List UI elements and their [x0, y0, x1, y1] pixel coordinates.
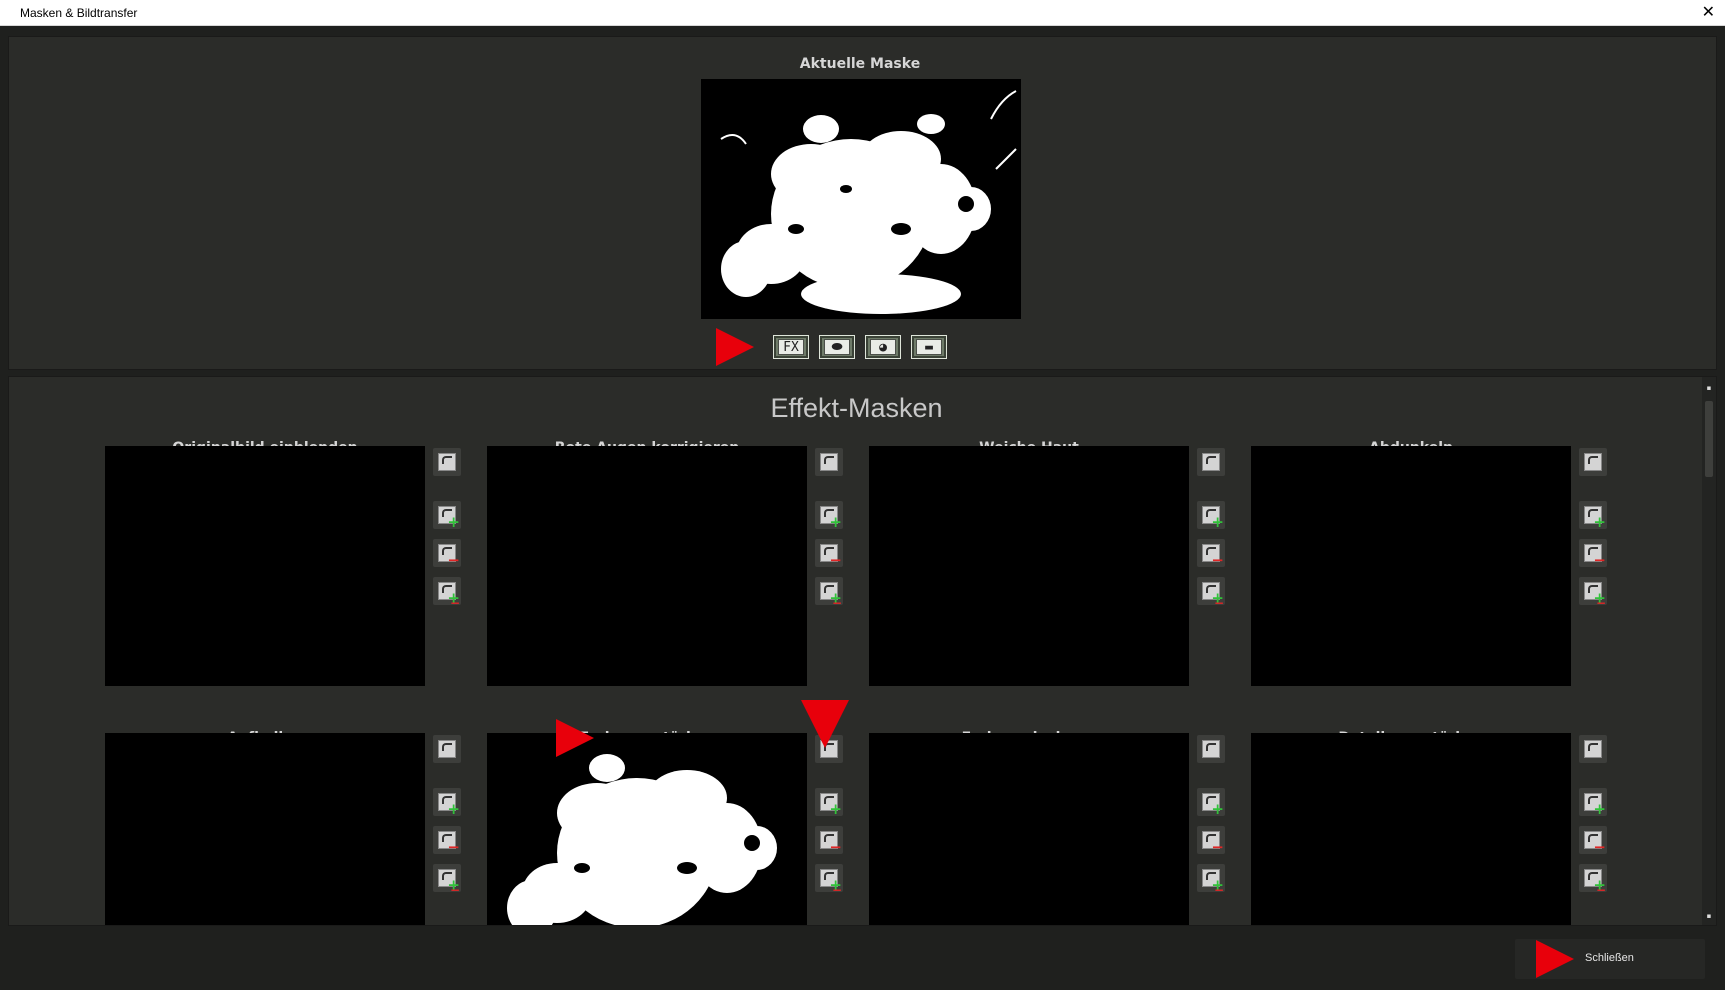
effect-mask-preview[interactable] [105, 733, 425, 925]
effect-masks-heading: Effekt-Masken [770, 393, 943, 423]
intersect-mask-icon[interactable]: + − [1579, 864, 1607, 897]
effect-mask-preview[interactable] [1251, 733, 1571, 925]
subtract-mask-icon[interactable]: − [1197, 826, 1225, 855]
apply-mask-icon[interactable] [433, 448, 461, 476]
add-mask-icon[interactable]: + [1579, 501, 1607, 530]
add-mask-icon[interactable]: + [433, 501, 461, 530]
subtract-mask-icon[interactable]: − [1579, 826, 1607, 855]
apply-mask-icon[interactable] [1197, 735, 1225, 763]
intersect-mask-icon[interactable]: + − [815, 577, 843, 610]
scroll-up-icon[interactable]: ▪ [1706, 385, 1712, 392]
close-button-label: Schließen [1585, 952, 1634, 964]
intersect-mask-icon[interactable]: + − [433, 864, 461, 897]
play-arrow-icon [556, 719, 594, 757]
mask-shape [720, 90, 1017, 314]
close-button[interactable]: Schließen [1515, 939, 1705, 979]
intersect-mask-icon[interactable]: + − [433, 577, 461, 610]
title-bar: Masken & Bildtransfer ✕ [0, 0, 1725, 26]
subtract-mask-icon[interactable]: − [1579, 539, 1607, 568]
current-mask-preview [701, 79, 1021, 319]
apply-mask-icon[interactable] [815, 448, 843, 476]
intersect-mask-icon[interactable]: + − [815, 864, 843, 897]
effect-mask-preview[interactable] [487, 446, 807, 686]
current-mask-label: Aktuelle Maske [799, 56, 921, 72]
down-arrow-icon [801, 700, 849, 748]
effect-mask-preview[interactable] [1251, 446, 1571, 686]
subtract-mask-icon[interactable]: − [433, 826, 461, 855]
fx-icon: FX [778, 339, 804, 355]
oval-icon: ⬬ [824, 339, 850, 355]
effect-mask-preview[interactable] [869, 446, 1189, 686]
mask-shape [507, 754, 777, 925]
effect-mask-preview[interactable] [105, 446, 425, 686]
palette-icon: ◕ [870, 339, 896, 355]
subtract-mask-icon[interactable]: − [815, 826, 843, 855]
play-arrow-icon [1536, 940, 1574, 978]
gradient-icon: ▬ [916, 339, 942, 355]
close-icon[interactable]: ✕ [1702, 2, 1715, 21]
scrollbar-thumb[interactable] [1705, 401, 1713, 477]
add-mask-icon[interactable]: + [1197, 788, 1225, 817]
effect-mask-preview[interactable] [869, 733, 1189, 925]
subtract-mask-icon[interactable]: − [815, 539, 843, 568]
effect-masks-panel: Effekt-Masken Originalbild einblenden+−+… [8, 376, 1717, 926]
add-mask-icon[interactable]: + [1579, 788, 1607, 817]
fx-mask-button[interactable]: FX [773, 335, 809, 359]
intersect-mask-icon[interactable]: + − [1197, 577, 1225, 610]
add-mask-icon[interactable]: + [815, 501, 843, 530]
color-mask-button[interactable]: ◕ [865, 335, 901, 359]
apply-mask-icon[interactable] [433, 735, 461, 763]
oval-mask-button[interactable]: ⬬ [819, 335, 855, 359]
apply-mask-icon[interactable] [1579, 735, 1607, 763]
gradient-mask-button[interactable]: ▬ [911, 335, 947, 359]
intersect-mask-icon[interactable]: + − [1579, 577, 1607, 610]
play-arrow-icon [716, 328, 754, 366]
apply-mask-icon[interactable] [1579, 448, 1607, 476]
subtract-mask-icon[interactable]: − [433, 539, 461, 568]
add-mask-icon[interactable]: + [815, 788, 843, 817]
subtract-mask-icon[interactable]: − [1197, 539, 1225, 568]
scroll-down-icon[interactable]: ▪ [1706, 913, 1712, 920]
window-title: Masken & Bildtransfer [20, 6, 138, 20]
effect-mask-preview[interactable] [487, 733, 807, 925]
add-mask-icon[interactable]: + [1197, 501, 1225, 530]
vertical-scrollbar[interactable]: ▪ ▪ [1702, 377, 1716, 925]
apply-mask-icon[interactable] [1197, 448, 1225, 476]
add-mask-icon[interactable]: + [433, 788, 461, 817]
intersect-mask-icon[interactable]: + − [1197, 864, 1225, 897]
